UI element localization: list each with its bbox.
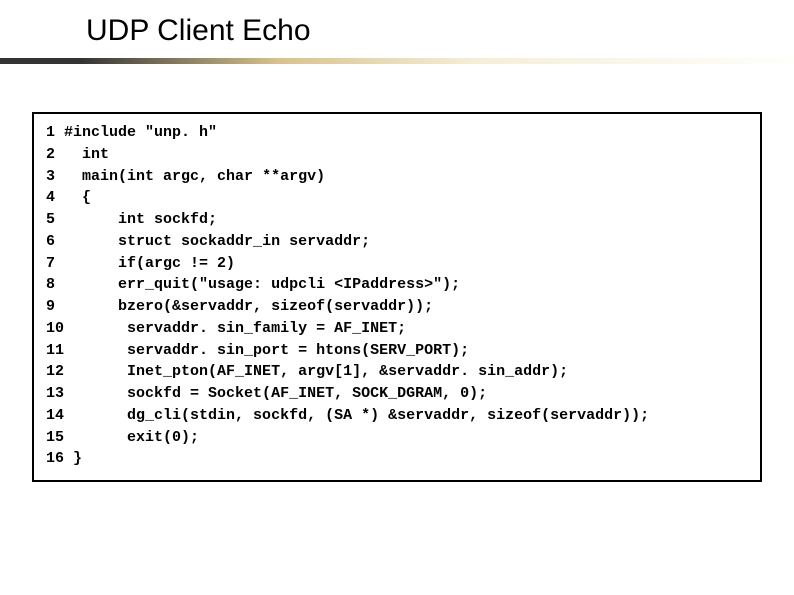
code-line: 1 #include "unp. h" [46, 122, 217, 144]
code-line: 12 Inet_pton(AF_INET, argv[1], &servaddr… [46, 361, 568, 383]
code-line: 10 servaddr. sin_family = AF_INET; [46, 318, 406, 340]
code-line: 4 { [46, 187, 91, 209]
code-line: 5 int sockfd; [46, 209, 217, 231]
code-listing: 1 #include "unp. h" 2 int 3 main(int arg… [32, 112, 762, 482]
code-line: 7 if(argc != 2) [46, 253, 235, 275]
slide-title: UDP Client Echo [0, 0, 794, 48]
title-underline [0, 58, 794, 64]
code-line: 13 sockfd = Socket(AF_INET, SOCK_DGRAM, … [46, 383, 487, 405]
code-line: 6 struct sockaddr_in servaddr; [46, 231, 370, 253]
code-line: 8 err_quit("usage: udpcli <IPaddress>"); [46, 274, 460, 296]
code-line: 9 bzero(&servaddr, sizeof(servaddr)); [46, 296, 433, 318]
code-line: 11 servaddr. sin_port = htons(SERV_PORT)… [46, 340, 469, 362]
code-line: 16 } [46, 448, 82, 470]
code-line: 15 exit(0); [46, 427, 199, 449]
code-line: 3 main(int argc, char **argv) [46, 166, 325, 188]
code-line: 2 int [46, 144, 109, 166]
code-line: 14 dg_cli(stdin, sockfd, (SA *) &servadd… [46, 405, 649, 427]
